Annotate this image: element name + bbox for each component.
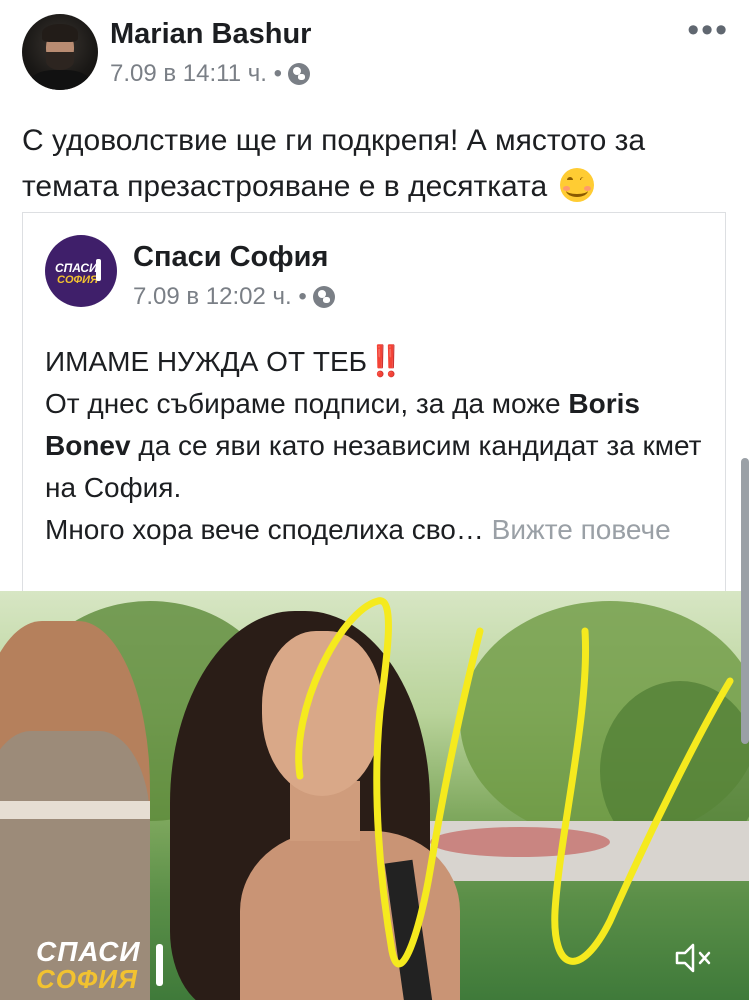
shared-post-card[interactable]: СПАСИ СОФИЯ Спаси София 7.09 в 12:02 ч. … — [22, 212, 726, 592]
speaker-muted-icon[interactable] — [673, 941, 713, 975]
shared-time[interactable]: 7.09 в 12:02 ч. • — [133, 283, 307, 311]
page-avatar-line1: СПАСИ — [55, 261, 98, 275]
shared-paragraph-2: Много хора вече споделиха сво… Вижте пов… — [45, 509, 715, 551]
post-time[interactable]: 7.09 в 14:11 ч. • — [110, 60, 282, 88]
avatar-shirt — [30, 70, 90, 90]
post-body: С удоволствие ще ги подкрепя! А мястото … — [22, 124, 646, 203]
shared-line-pre: От днес събираме подписи, за да може — [45, 388, 569, 419]
post-text: С удоволствие ще ги подкрепя! А мястото … — [22, 118, 722, 210]
statue-icon — [96, 259, 101, 281]
globe-icon — [312, 286, 335, 308]
author-avatar[interactable] — [22, 14, 98, 90]
avatar-hair — [42, 24, 78, 42]
shared-line-post: да се яви като независим кандидат за кме… — [45, 430, 702, 503]
see-more-link[interactable]: Вижте повече — [484, 514, 671, 545]
video-logo: СПАСИ СОФИЯ — [36, 936, 163, 995]
double-exclamation-icon: ‼️ — [367, 345, 405, 378]
shared-line-last: Много хора вече споделиха сво… — [45, 514, 484, 545]
more-options-icon[interactable]: ••• — [687, 13, 729, 47]
avatar-beard — [46, 52, 74, 70]
post-meta: 7.09 в 14:11 ч. • — [110, 60, 310, 88]
page-avatar-line2: СОФИЯ — [57, 274, 99, 286]
shared-text: ИМАМЕ НУЖДА ОТ ТЕБ‼️ От днес събираме по… — [45, 341, 715, 551]
shared-headline: ИМАМЕ НУЖДА ОТ ТЕБ — [45, 346, 367, 377]
page-name[interactable]: Спаси София — [133, 241, 328, 274]
video-player[interactable]: СПАСИ СОФИЯ — [0, 591, 749, 1000]
shared-paragraph: От днес събираме подписи, за да може Bor… — [45, 383, 715, 509]
author-name[interactable]: Marian Bashur — [110, 18, 311, 51]
globe-icon — [287, 63, 310, 85]
video-logo-line2: СОФИЯ — [36, 964, 138, 994]
scrollbar[interactable] — [741, 458, 749, 744]
statue-icon — [156, 944, 163, 986]
page-avatar[interactable]: СПАСИ СОФИЯ — [45, 235, 117, 307]
shared-meta: 7.09 в 12:02 ч. • — [133, 283, 335, 311]
shared-headline-row: ИМАМЕ НУЖДА ОТ ТЕБ‼️ — [45, 341, 715, 383]
smiling-face-emoji-icon — [559, 168, 594, 202]
